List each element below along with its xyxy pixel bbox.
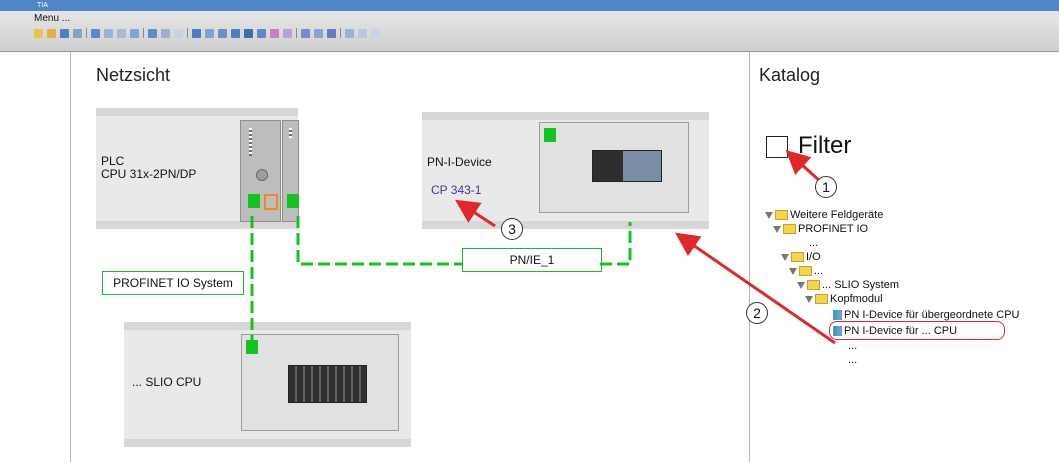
callout-arrows <box>454 149 836 345</box>
subnet-line-right <box>600 222 632 266</box>
callout-3: 3 <box>501 218 523 240</box>
overlay-graphics <box>250 149 836 345</box>
callout-2: 2 <box>746 302 768 324</box>
arrow-to-device <box>675 232 836 345</box>
callout-1: 1 <box>815 176 837 198</box>
subnet-line-left <box>296 216 462 266</box>
arrow-to-cp <box>454 199 496 228</box>
profinet-lines <box>250 216 632 340</box>
